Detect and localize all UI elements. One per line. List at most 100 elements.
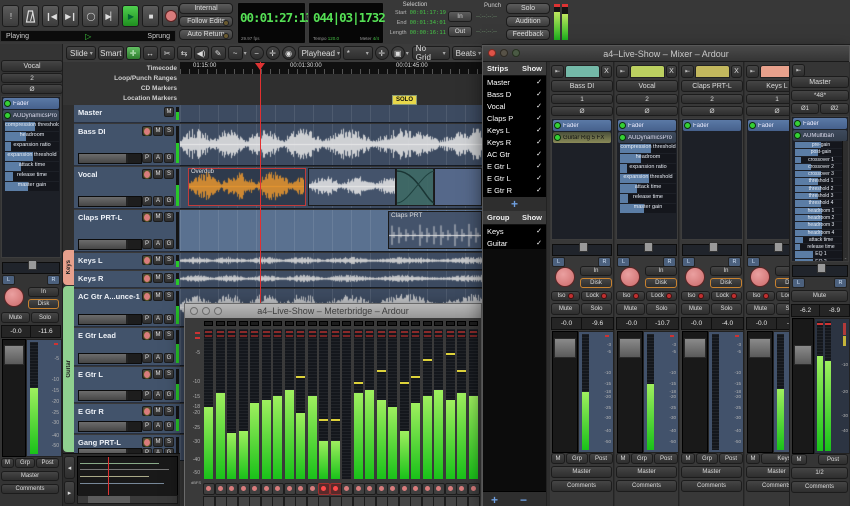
- meter-name-box[interactable]: [444, 496, 457, 506]
- punch-in-button[interactable]: In: [448, 11, 472, 22]
- record-arm-button[interactable]: [142, 406, 152, 416]
- processor-fader[interactable]: Fader: [553, 120, 611, 131]
- solo-button[interactable]: Solo: [646, 303, 677, 315]
- track-header-e-gtr-r[interactable]: E Gtr R MS PAG: [74, 404, 180, 434]
- zoom-icon[interactable]: [214, 307, 222, 315]
- automation-button[interactable]: A: [153, 390, 163, 400]
- automation-attack-time[interactable]: attack time: [620, 184, 676, 193]
- solo-button[interactable]: S: [164, 291, 174, 301]
- goto-start-button[interactable]: ❙◀: [42, 5, 59, 27]
- mixer-titlebar[interactable]: a4–Live-Show – Mixer – Ardour: [483, 46, 849, 62]
- summary-scroll-left-button[interactable]: ◂: [64, 456, 75, 479]
- draw-tool-button[interactable]: ✎: [210, 46, 226, 60]
- peak-box[interactable]: [353, 321, 363, 326]
- strip-name-button[interactable]: Vocal: [616, 80, 678, 92]
- fader-handle[interactable]: [684, 338, 706, 358]
- solo-isolate-button[interactable]: Iso: [746, 291, 775, 301]
- record-arm-button[interactable]: [237, 483, 250, 495]
- solo-isolate-button[interactable]: Iso: [551, 291, 580, 301]
- record-arm-button[interactable]: [410, 483, 422, 495]
- output-button[interactable]: Master: [616, 466, 677, 478]
- playlist-button[interactable]: P: [142, 353, 152, 363]
- solo-button[interactable]: S: [164, 169, 174, 179]
- record-arm-button[interactable]: [341, 483, 353, 495]
- strips-list-item-e-gtr-l-7[interactable]: E Gtr L ✓: [483, 160, 546, 172]
- record-arm-button[interactable]: [685, 267, 705, 287]
- record-arm-button[interactable]: [306, 483, 319, 495]
- pan-slider[interactable]: [552, 242, 612, 256]
- disk-monitor-button[interactable]: Disk: [645, 278, 677, 288]
- solo-button[interactable]: S: [164, 406, 174, 416]
- track-header-vocal[interactable]: Vocal M S P A G: [74, 167, 180, 209]
- processor-fader[interactable]: Fader: [618, 120, 676, 131]
- region-claps[interactable]: Claps PRT: [388, 211, 482, 249]
- pan-left-button[interactable]: L: [747, 257, 760, 267]
- solo-button[interactable]: S: [164, 212, 174, 222]
- peak-box[interactable]: [296, 321, 305, 326]
- ruler-label-location-markers[interactable]: Location Markers: [123, 95, 177, 102]
- region-tail[interactable]: [434, 168, 482, 206]
- gain-display[interactable]: -0.0: [551, 317, 582, 330]
- mute-button[interactable]: M: [153, 169, 163, 179]
- record-arm-button[interactable]: [142, 169, 152, 179]
- record-arm-button[interactable]: [249, 483, 261, 495]
- solo-button[interactable]: Solo: [711, 303, 742, 315]
- comments-button[interactable]: Comments: [681, 480, 742, 492]
- output-button[interactable]: Master: [551, 466, 612, 478]
- mute-button[interactable]: M: [164, 107, 174, 117]
- automation-master-gain[interactable]: master gain: [5, 182, 59, 191]
- strip-name-button[interactable]: Master: [791, 76, 849, 88]
- mute-button[interactable]: Mute: [681, 303, 710, 315]
- canvas-track-claps-prt-l[interactable]: Claps PRT: [180, 210, 482, 252]
- mute-button[interactable]: M: [153, 330, 163, 340]
- strip-hide-button[interactable]: X: [601, 65, 612, 78]
- strip-name-button[interactable]: Claps PRT-L: [681, 80, 743, 92]
- track-header-e-gtr-l[interactable]: E Gtr L MS PAG: [74, 367, 180, 403]
- automation-expansion-threshold[interactable]: expansion threshold: [5, 152, 59, 161]
- summary-view[interactable]: [77, 456, 178, 496]
- secondary-clock[interactable]: 044|03|1732 Tempo 120.0 Meter 4/4: [308, 2, 386, 44]
- -select[interactable]: * ▾: [342, 46, 373, 60]
- peak-display[interactable]: -11.6: [30, 325, 61, 338]
- follow-edits-button[interactable]: Follow Edits: [179, 16, 233, 27]
- group-button[interactable]: Grp: [566, 453, 588, 464]
- automation-button[interactable]: A: [153, 314, 163, 324]
- peak-box[interactable]: [227, 321, 236, 326]
- group-list-item-keys[interactable]: Keys ✓: [483, 225, 546, 237]
- automation-expansion-ratio[interactable]: expansion ratio: [620, 164, 676, 173]
- peak-box[interactable]: [215, 321, 225, 326]
- focus-tool-button[interactable]: ✛: [374, 46, 389, 60]
- group-tab-keys[interactable]: Keys: [63, 250, 74, 285]
- phase-1-button[interactable]: Ø1: [791, 103, 819, 114]
- add-strip-button[interactable]: +: [483, 196, 546, 211]
- meterbridge-titlebar[interactable]: a4–Live-Show – Meterbridge – Ardour: [185, 304, 481, 318]
- strip-narrow-button[interactable]: ⇤: [616, 65, 629, 78]
- meter-name-box[interactable]: [375, 496, 388, 506]
- chevron-down-icon[interactable]: ▾: [244, 50, 247, 57]
- peak-box[interactable]: [376, 321, 386, 326]
- mute-button[interactable]: M: [153, 273, 163, 283]
- mute-button[interactable]: M: [153, 369, 163, 379]
- disk-monitor-button[interactable]: Disk: [710, 278, 742, 288]
- meter-name-box[interactable]: [467, 496, 480, 506]
- mute-button[interactable]: Mute: [1, 312, 30, 323]
- pan-right-button[interactable]: R: [834, 278, 847, 288]
- solo-alert-button[interactable]: Solo: [506, 3, 550, 14]
- stretch-tool-button[interactable]: ⇆: [176, 46, 192, 60]
- zoom-in-tool-button[interactable]: ✛: [265, 46, 280, 60]
- loop-button[interactable]: ◯: [82, 5, 99, 27]
- processor-aumultiban[interactable]: AUMultiban: [793, 130, 847, 141]
- group-button[interactable]: G: [164, 196, 174, 206]
- automation-button[interactable]: A: [153, 196, 163, 206]
- processor-audynamicspro[interactable]: AUDynamicsPro: [3, 110, 59, 121]
- gain-slider[interactable]: [78, 196, 142, 207]
- input-monitor-button[interactable]: In: [710, 266, 742, 276]
- automation-release-time[interactable]: release time: [5, 172, 59, 181]
- record-arm-button[interactable]: [283, 483, 296, 495]
- solo-isolate-button[interactable]: Iso: [616, 291, 645, 301]
- peak-box[interactable]: [399, 321, 409, 326]
- record-arm-button[interactable]: [295, 483, 307, 495]
- pan-handle[interactable]: [709, 242, 718, 252]
- record-arm-button[interactable]: [142, 126, 152, 136]
- strips-list-item-vocal-2[interactable]: Vocal ✓: [483, 100, 546, 112]
